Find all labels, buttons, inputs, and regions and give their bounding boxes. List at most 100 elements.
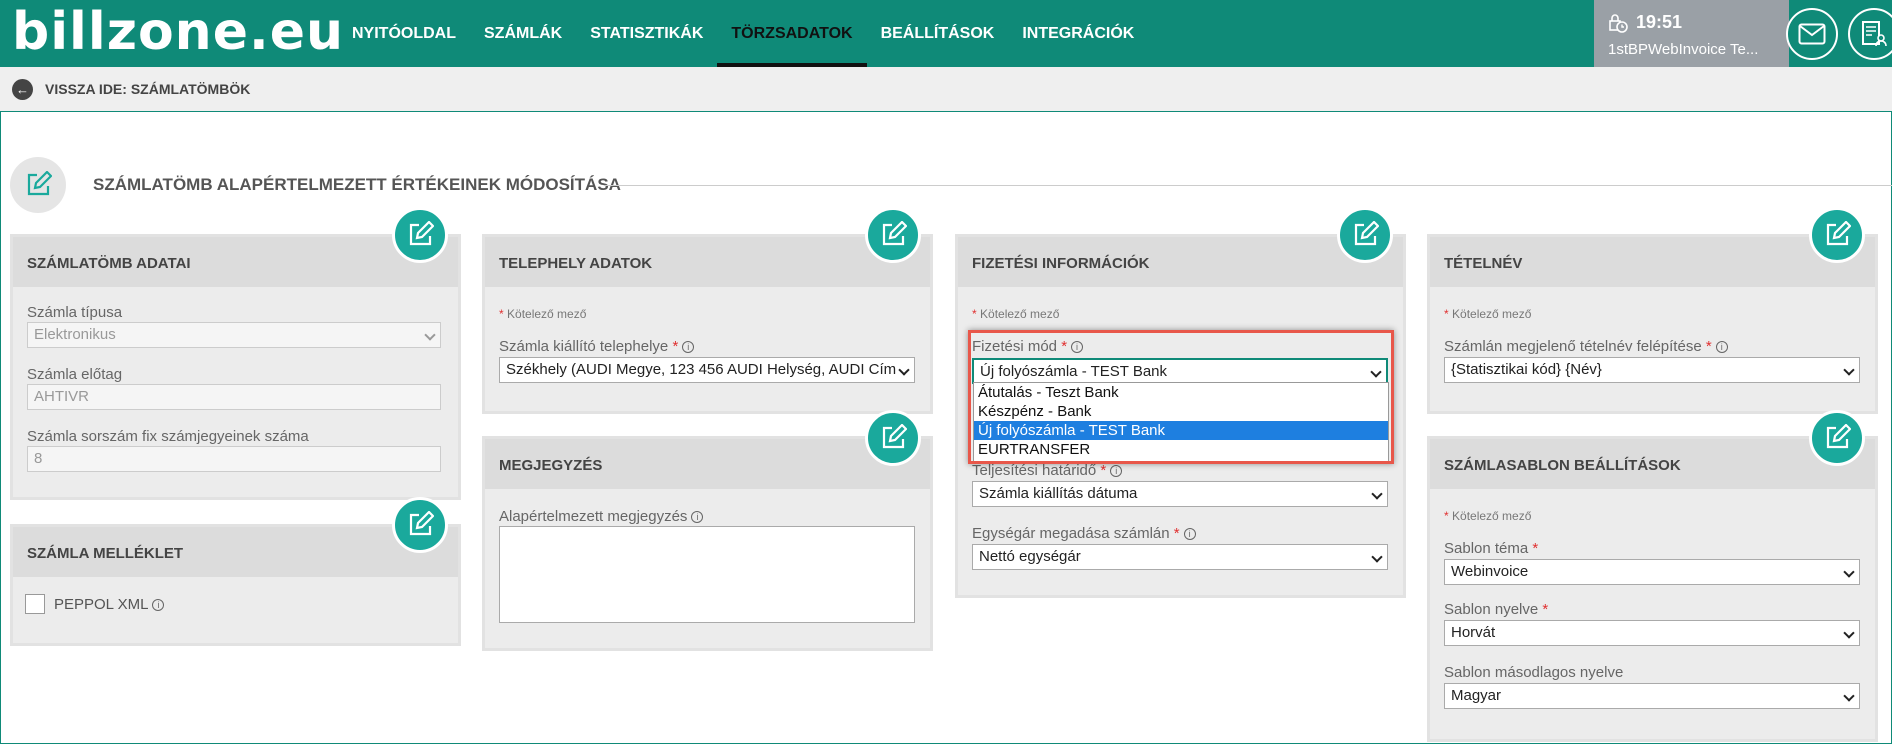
panel-header: TÉTELNÉV	[1430, 237, 1875, 287]
chevron-down-icon	[424, 329, 436, 341]
panel-title: TELEPHELY ADATOK	[499, 255, 653, 272]
edit-telephely-button[interactable]	[865, 207, 921, 263]
panel-header: SZÁMLA MELLÉKLET	[13, 527, 458, 577]
back-arrow-icon[interactable]: ←	[12, 79, 33, 100]
panel-title: FIZETÉSI INFORMÁCIÓK	[972, 255, 1150, 272]
messages-button[interactable]	[1786, 8, 1838, 60]
chevron-down-icon	[1843, 364, 1855, 376]
edit-sablon-button[interactable]	[1809, 410, 1865, 466]
highlight-box	[968, 330, 1394, 464]
site-value: Székhely (AUDI Megye, 123 456 AUDI Helys…	[506, 361, 897, 378]
unit-price-value: Nettó egységár	[979, 548, 1081, 565]
deadline-label: Teljesítési határidő * i	[972, 462, 1123, 479]
template-language-value: Horvát	[1451, 624, 1496, 641]
required-note: * Kötelező mező	[499, 307, 587, 321]
secondary-language-select[interactable]: Magyar	[1444, 683, 1860, 709]
edit-szamlatomb-button[interactable]	[392, 207, 448, 263]
nav-statisztikak[interactable]: STATISZTIKÁK	[576, 0, 717, 67]
item-name-label: Számlán megjelenő tételnév felépítése * i	[1444, 338, 1728, 355]
nav-nyitooldal[interactable]: NYITÓOLDAL	[338, 0, 470, 67]
info-icon[interactable]: i	[682, 341, 695, 354]
info-icon[interactable]: i	[1715, 341, 1728, 354]
back-link[interactable]: VISSZA IDE: SZÁMLATÖMBÖK	[45, 81, 250, 97]
peppol-checkbox[interactable]	[25, 594, 45, 614]
session-time: 19:51	[1608, 12, 1682, 33]
invoice-prefix-label: Számla előtag	[27, 366, 123, 383]
edit-melleklet-button[interactable]	[392, 497, 448, 553]
edit-fizetesi-button[interactable]	[1337, 207, 1393, 263]
fixed-digits-field: 8	[27, 446, 441, 472]
site-label: Számla kiállító telephelye * i	[499, 338, 695, 355]
template-theme-select[interactable]: Webinvoice	[1444, 559, 1860, 585]
panel-tetelnev: TÉTELNÉV * Kötelező mező Számlán megjele…	[1427, 234, 1878, 414]
panel-szamlasablon: SZÁMLASABLON BEÁLLÍTÁSOK * Kötelező mező…	[1427, 436, 1878, 742]
page-title: SZÁMLATÖMB ALAPÉRTELMEZETT ÉRTÉKEINEK MÓ…	[93, 175, 621, 194]
edit-tetelnev-button[interactable]	[1809, 207, 1865, 263]
peppol-label: PEPPOL XML i	[54, 596, 165, 613]
deadline-select[interactable]: Számla kiállítás dátuma	[972, 481, 1388, 507]
panel-title: MEGJEGYZÉS	[499, 457, 603, 474]
edit-icon	[1354, 221, 1379, 246]
nav-torzsadatok[interactable]: TÖRZSADATOK	[717, 0, 867, 67]
info-icon[interactable]: i	[1110, 465, 1123, 478]
required-note: * Kötelező mező	[1444, 509, 1532, 523]
template-theme-value: Webinvoice	[1451, 563, 1529, 580]
user-name: 1stBPWebInvoice Te...	[1608, 41, 1759, 58]
panel-title: SZÁMLA MELLÉKLET	[27, 545, 184, 562]
invoice-type-select: Elektronikus	[27, 322, 441, 348]
panel-header: SZÁMLASABLON BEÁLLÍTÁSOK	[1430, 439, 1875, 489]
chevron-down-icon	[1843, 627, 1855, 639]
panel-title: TÉTELNÉV	[1444, 255, 1523, 272]
info-icon[interactable]: i	[691, 511, 704, 524]
title-divider	[604, 185, 1892, 186]
fixed-digits-label: Számla sorszám fix számjegyeinek száma	[27, 428, 309, 445]
info-icon[interactable]: i	[1183, 528, 1196, 541]
time-text: 19:51	[1636, 12, 1683, 32]
edit-megjegyzes-button[interactable]	[865, 410, 921, 466]
edit-icon	[1826, 424, 1851, 449]
secondary-language-label: Sablon másodlagos nyelve	[1444, 664, 1624, 681]
panel-header: MEGJEGYZÉS	[485, 439, 930, 489]
panel-megjegyzes: MEGJEGYZÉS Alapértelmezett megjegyzés i	[482, 436, 933, 651]
nav-integraciok[interactable]: INTEGRÁCIÓK	[1008, 0, 1148, 67]
panel-header: SZÁMLATÖMB ADATAI	[13, 237, 458, 287]
lock-clock-icon	[1609, 13, 1628, 33]
default-note-label: Alapértelmezett megjegyzés i	[499, 508, 704, 525]
user-profile-button[interactable]	[1848, 8, 1892, 60]
logo[interactable]: billzone.eu	[12, 2, 344, 62]
default-note-textarea[interactable]	[499, 526, 915, 623]
template-language-select[interactable]: Horvát	[1444, 620, 1860, 646]
edit-icon	[409, 221, 434, 246]
edit-icon	[882, 221, 907, 246]
title-icon-circle	[10, 157, 66, 213]
site-select[interactable]: Székhely (AUDI Megye, 123 456 AUDI Helys…	[499, 357, 915, 383]
deadline-value: Számla kiállítás dátuma	[979, 485, 1138, 502]
nav-beallitasok[interactable]: BEÁLLÍTÁSOK	[867, 0, 1009, 67]
chevron-down-icon	[898, 364, 910, 376]
info-icon[interactable]: i	[152, 599, 165, 612]
chevron-down-icon	[1843, 690, 1855, 702]
main-nav: NYITÓOLDAL SZÁMLÁK STATISZTIKÁK TÖRZSADA…	[338, 0, 1148, 67]
chevron-down-icon	[1371, 488, 1383, 500]
panel-szamla-melleklet: SZÁMLA MELLÉKLET PEPPOL XML i	[10, 524, 461, 646]
invoice-type-label: Számla típusa	[27, 304, 123, 321]
item-name-select[interactable]: {Statisztikai kód} {Név}	[1444, 357, 1860, 383]
panel-title: SZÁMLATÖMB ADATAI	[27, 255, 191, 272]
chevron-down-icon	[1371, 551, 1383, 563]
item-name-value: {Statisztikai kód} {Név}	[1451, 361, 1602, 378]
unit-price-select[interactable]: Nettó egységár	[972, 544, 1388, 570]
required-note: * Kötelező mező	[972, 307, 1060, 321]
edit-icon	[882, 424, 907, 449]
envelope-icon	[1798, 23, 1826, 45]
breadcrumb-bar: ← VISSZA IDE: SZÁMLATÖMBÖK	[0, 67, 1892, 112]
panel-header: TELEPHELY ADATOK	[485, 237, 930, 287]
top-header: billzone.eu NYITÓOLDAL SZÁMLÁK STATISZTI…	[0, 0, 1892, 67]
invoice-type-value: Elektronikus	[34, 326, 116, 343]
nav-szamlak[interactable]: SZÁMLÁK	[470, 0, 576, 67]
chevron-down-icon	[1843, 566, 1855, 578]
template-language-label: Sablon nyelve *	[1444, 601, 1549, 618]
user-session-box[interactable]: 19:51 1stBPWebInvoice Te...	[1594, 0, 1789, 67]
edit-icon	[1826, 221, 1851, 246]
user-document-icon	[1862, 21, 1887, 47]
secondary-language-value: Magyar	[1451, 687, 1502, 704]
